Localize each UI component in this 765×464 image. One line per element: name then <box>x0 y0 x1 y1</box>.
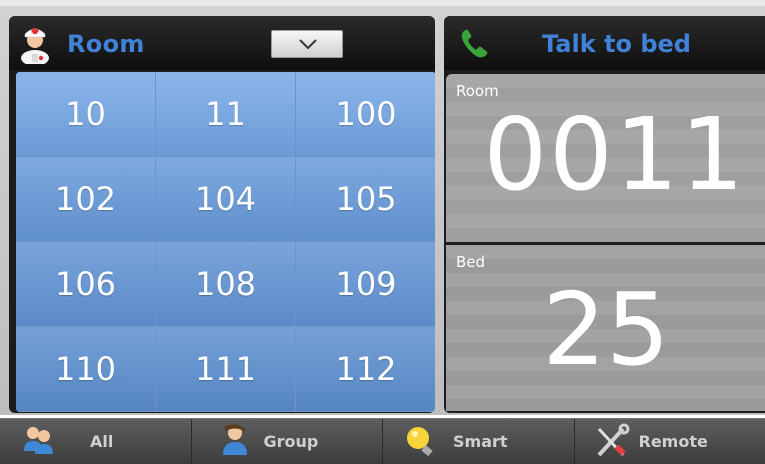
talk-panel: Talk to bed Room 0011 Bed 25 <box>444 16 765 413</box>
room-cell[interactable]: 108 <box>156 242 296 327</box>
nav-all[interactable]: All <box>0 419 192 464</box>
room-cell[interactable]: 105 <box>296 157 435 242</box>
room-cell[interactable]: 100 <box>296 72 435 157</box>
nav-remote-label: Remote <box>639 432 708 451</box>
room-cell[interactable]: 106 <box>16 242 156 327</box>
bottom-nav: All Group Smart Remote <box>0 418 765 464</box>
phone-icon <box>460 28 490 64</box>
room-title: Room <box>67 30 145 58</box>
room-number: 0011 <box>446 100 746 210</box>
chevron-down-icon <box>298 38 318 50</box>
room-panel: Room 10 11 100 102 104 105 106 108 109 1… <box>9 16 435 413</box>
nav-group-label: Group <box>264 432 319 451</box>
user-icon <box>218 423 252 457</box>
nav-remote[interactable]: Remote <box>575 419 765 464</box>
bed-number: 25 <box>506 275 706 385</box>
room-cell[interactable]: 109 <box>296 242 435 327</box>
selected-bed-display: Bed 25 <box>446 245 765 411</box>
room-dropdown-button[interactable] <box>271 30 343 58</box>
room-cell[interactable]: 111 <box>156 327 296 412</box>
room-cell[interactable]: 11 <box>156 72 296 157</box>
room-panel-header: Room <box>9 16 435 70</box>
nurse-icon <box>19 22 51 64</box>
room-cell[interactable]: 102 <box>16 157 156 242</box>
users-icon <box>22 423 56 457</box>
room-cell[interactable]: 104 <box>156 157 296 242</box>
room-grid: 10 11 100 102 104 105 106 108 109 110 11… <box>16 72 435 412</box>
nav-all-label: All <box>90 432 113 451</box>
selected-room-display: Room 0011 <box>446 74 765 242</box>
nav-smart[interactable]: Smart <box>383 419 575 464</box>
lightbulb-icon <box>401 423 439 461</box>
bed-label: Bed <box>456 253 485 271</box>
tools-icon <box>593 423 631 461</box>
talk-title: Talk to bed <box>542 30 691 58</box>
room-cell[interactable]: 112 <box>296 327 435 412</box>
nav-group[interactable]: Group <box>192 419 384 464</box>
talk-panel-header[interactable]: Talk to bed <box>444 16 765 70</box>
app-frame: Room 10 11 100 102 104 105 106 108 109 1… <box>0 6 765 415</box>
room-cell[interactable]: 110 <box>16 327 156 412</box>
nav-smart-label: Smart <box>453 432 508 451</box>
room-cell[interactable]: 10 <box>16 72 156 157</box>
